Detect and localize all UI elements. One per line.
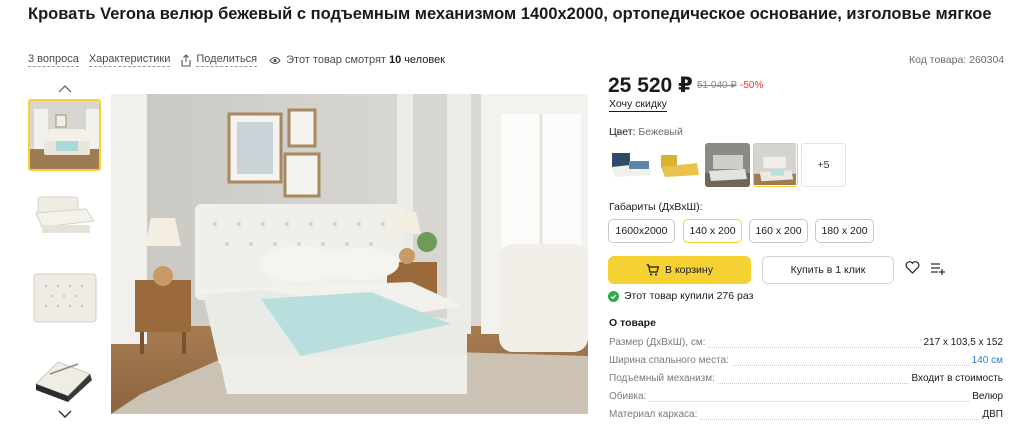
size-option-4[interactable]: 180 х 200: [815, 219, 874, 243]
color-swatch-2[interactable]: [657, 143, 702, 187]
bed-front-thumbnail-image: [28, 179, 101, 251]
cart-icon: [646, 264, 660, 276]
discount-badge: -50%: [740, 80, 764, 91]
check-circle-icon: [608, 290, 619, 302]
swatch-grey-image: [705, 143, 750, 187]
spec-row: Размер (ДхВхШ), см: 217 х 103,5 х 152: [609, 337, 1003, 351]
dimensions-label: Габариты (ДхВхШ):: [609, 201, 703, 213]
more-colors-button[interactable]: +5: [801, 143, 846, 187]
thumbs-up-button[interactable]: [56, 83, 74, 95]
viewers-count: 10: [388, 54, 402, 66]
spec-key: Обивка:: [609, 391, 649, 402]
spec-value-link[interactable]: 140 см: [969, 355, 1003, 366]
heart-icon: [905, 261, 920, 274]
viewers-suffix: человек: [404, 54, 445, 66]
share-icon: [181, 53, 191, 67]
chevron-up-icon: [58, 85, 72, 93]
spec-key: Материал каркаса:: [609, 409, 700, 420]
swatch-beige-image: [754, 144, 796, 185]
old-price: 51 040 ₽: [697, 80, 737, 91]
spec-value: ДВП: [980, 409, 1003, 420]
spec-row: Подъемный механизм: Входит в стоимость: [609, 373, 1003, 387]
add-to-cart-label: В корзину: [665, 264, 713, 276]
meta-row: 3 вопроса Характеристики Поделиться Этот…: [28, 53, 445, 67]
headboard-thumbnail-image: [28, 262, 101, 334]
color-swatch-3[interactable]: [705, 143, 750, 187]
compare-icon: [931, 263, 945, 275]
spec-key: Размер (ДхВхШ), см:: [609, 337, 708, 348]
bedroom-photo-image: [111, 94, 588, 414]
size-option-1[interactable]: 1600x2000: [608, 219, 675, 243]
thumbnail-2[interactable]: [28, 179, 101, 251]
color-value: Бежевый: [638, 126, 683, 138]
swatch-yellow-image: [657, 143, 702, 187]
add-to-cart-button[interactable]: В корзину: [608, 256, 751, 284]
eye-icon: [269, 56, 281, 64]
size-option-3[interactable]: 160 х 200: [749, 219, 808, 243]
color-label: Цвет: Бежевый: [609, 126, 683, 138]
main-product-photo[interactable]: [111, 94, 588, 414]
share-label: Поделиться: [196, 53, 258, 67]
spec-row: Ширина спального места: 140 см: [609, 355, 1003, 369]
product-title: Кровать Verona велюр бежевый с подъемным…: [28, 5, 992, 23]
swatch-blue-image: [609, 143, 654, 187]
share-button[interactable]: Поделиться: [180, 53, 258, 67]
want-discount-link[interactable]: Хочу скидку: [609, 98, 667, 112]
buy-one-click-button[interactable]: Купить в 1 клик: [762, 256, 894, 284]
bought-text: Этот товар купили 276 раз: [624, 290, 754, 302]
favorite-button[interactable]: [905, 261, 920, 279]
spec-value: 217 х 103,5 х 152: [921, 337, 1003, 348]
questions-link[interactable]: 3 вопроса: [28, 53, 79, 67]
color-swatch-4[interactable]: [753, 143, 798, 187]
spec-key: Ширина спального места:: [609, 355, 731, 366]
size-option-2[interactable]: 140 х 200: [683, 219, 742, 243]
viewers-info: Этот товар смотрят 10 человек: [269, 54, 445, 66]
spec-dots: [609, 401, 1003, 402]
spec-row: Материал каркаса: ДВП: [609, 409, 1003, 423]
bought-info: Этот товар купили 276 раз: [608, 290, 753, 302]
about-heading: О товаре: [609, 317, 656, 329]
current-price: 25 520 ₽: [608, 74, 693, 97]
viewers-prefix: Этот товар смотрят: [286, 54, 386, 66]
compare-button[interactable]: [930, 262, 946, 280]
thumbnail-3[interactable]: [28, 262, 101, 334]
chevron-down-icon: [58, 410, 72, 418]
spec-key: Подъемный механизм:: [609, 373, 717, 384]
specs-link[interactable]: Характеристики: [88, 53, 171, 67]
spec-row: Обивка: Велюр: [609, 391, 1003, 405]
bedroom-thumbnail-image: [30, 101, 99, 169]
thumbs-down-button[interactable]: [56, 408, 74, 420]
thumbnail-4[interactable]: [28, 344, 101, 416]
spec-value: Велюр: [970, 391, 1003, 402]
lift-mechanism-thumbnail-image: [28, 344, 101, 416]
color-label-text: Цвет:: [609, 126, 636, 138]
thumbnail-1[interactable]: [28, 99, 101, 171]
spec-value: Входит в стоимость: [909, 373, 1003, 384]
color-swatch-1[interactable]: [609, 143, 654, 187]
product-code: Код товара: 260304: [909, 54, 1005, 66]
